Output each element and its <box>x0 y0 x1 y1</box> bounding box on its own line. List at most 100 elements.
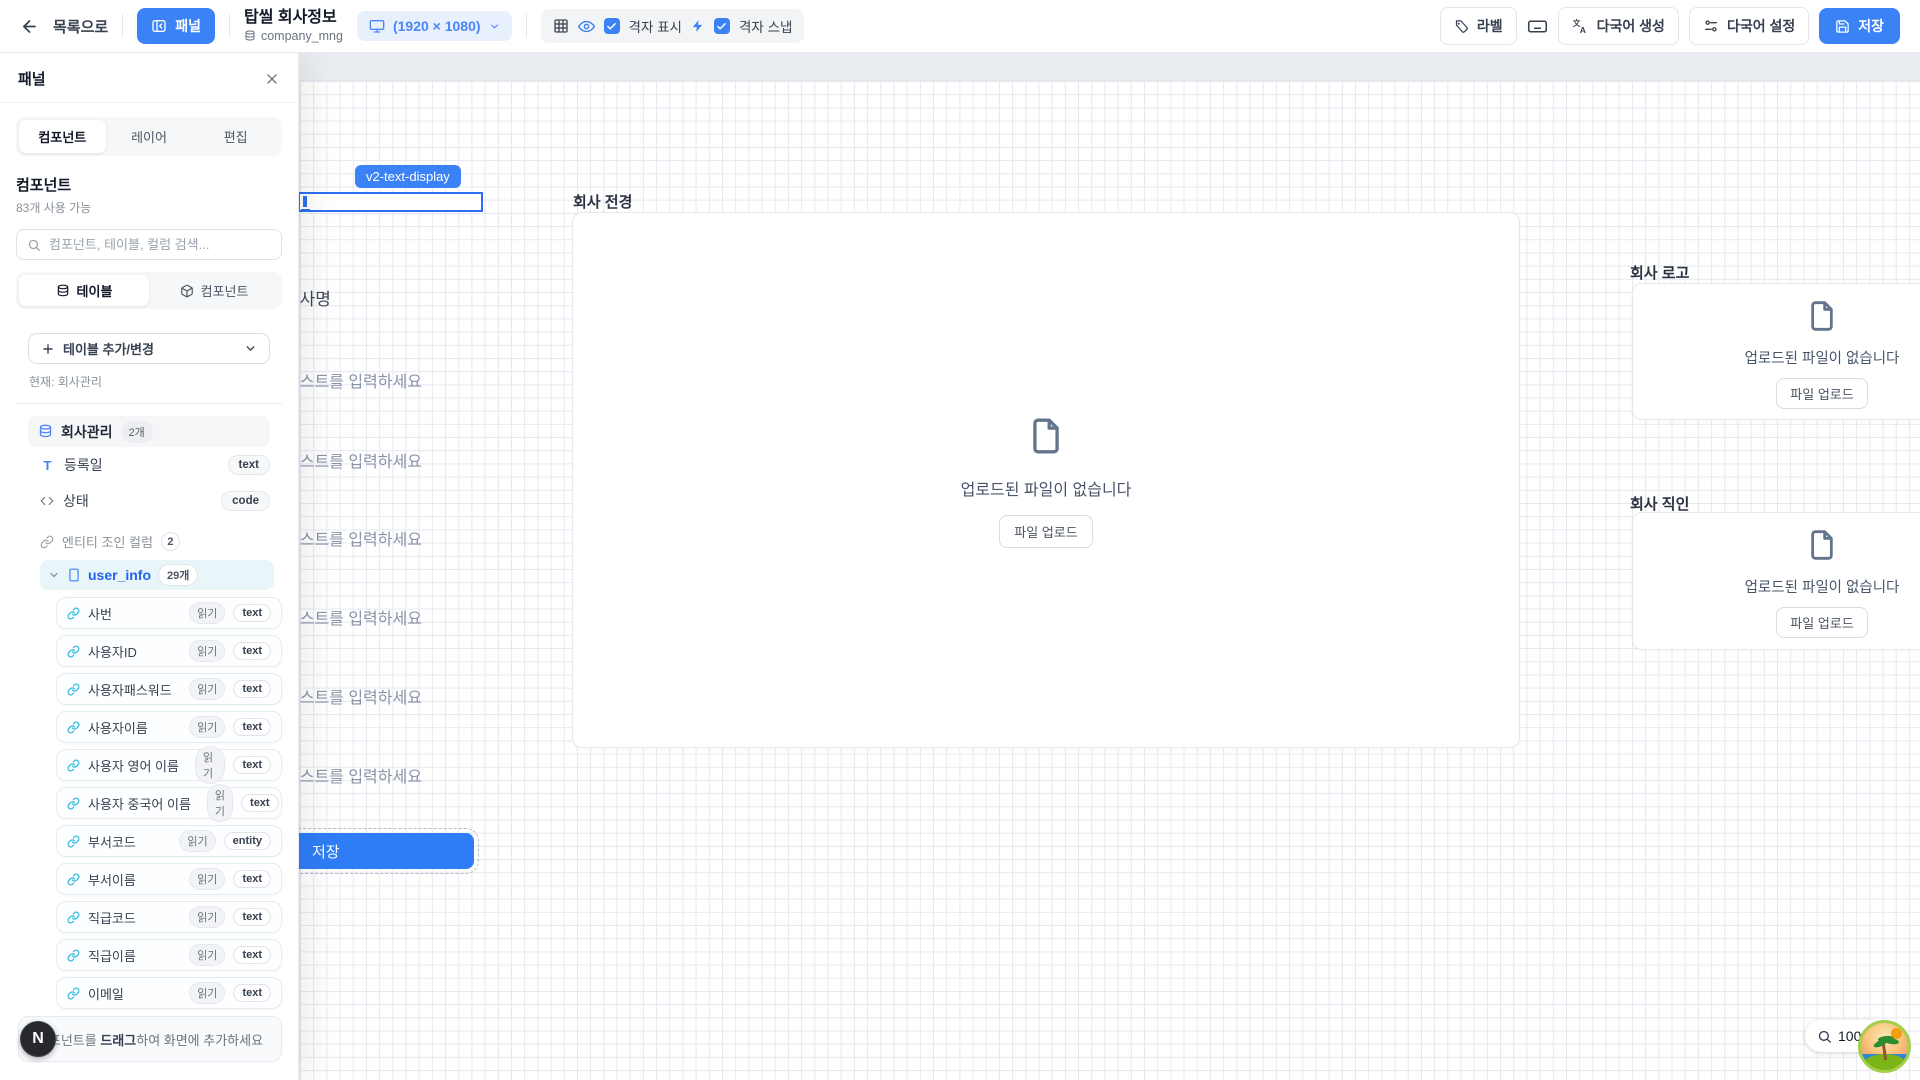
link-icon <box>67 721 80 734</box>
join-column-item[interactable]: 사번 읽기 text <box>56 597 282 629</box>
join-column-item[interactable]: 이메일 읽기 text <box>56 977 282 1009</box>
search-icon <box>27 238 41 252</box>
file-icon <box>1806 524 1838 566</box>
database-icon <box>38 424 53 439</box>
read-mode-badge: 읽기 <box>189 906 225 928</box>
link-icon <box>67 987 80 1000</box>
page-title-block: 탑씰 회사정보 company_mng <box>244 9 343 44</box>
panel-close-button[interactable] <box>264 71 280 87</box>
column-item[interactable]: 상태 code <box>40 483 270 519</box>
save-icon <box>1835 19 1850 34</box>
search-input[interactable] <box>49 237 271 252</box>
company-seal-upload-area[interactable]: 업로드된 파일이 없습니다 파일 업로드 <box>1632 512 1920 650</box>
tab-edit[interactable]: 편집 <box>192 120 279 153</box>
code-type-icon <box>40 494 54 508</box>
component-search <box>16 229 282 260</box>
type-badge: text <box>233 984 271 1002</box>
grid-snap-checkbox[interactable] <box>714 18 730 34</box>
panel-left-icon <box>151 18 167 34</box>
link-icon <box>67 683 80 696</box>
link-icon <box>40 535 54 549</box>
join-column-item[interactable]: 사용자 영어 이름 읽기 text <box>56 749 282 781</box>
text-input-placeholder[interactable]: 텍스트를 입력하세요 <box>285 368 422 392</box>
page-title: 탑씰 회사정보 <box>244 9 343 27</box>
join-column-item[interactable]: 사용자이름 읽기 text <box>56 711 282 743</box>
save-button[interactable]: 저장 <box>1819 8 1900 44</box>
join-column-item[interactable]: 사용자ID 읽기 text <box>56 635 282 667</box>
back-button[interactable] <box>20 17 39 36</box>
join-column-name: 사번 <box>88 604 112 623</box>
selected-text-display-component[interactable] <box>298 192 483 212</box>
join-column-item[interactable]: 직급코드 읽기 text <box>56 901 282 933</box>
cube-icon <box>180 284 194 298</box>
type-badge: text <box>233 718 271 736</box>
join-column-item[interactable]: 부서코드 읽기 entity <box>56 825 282 857</box>
grid-show-checkbox[interactable] <box>604 18 620 34</box>
join-column-name: 사용자이름 <box>88 718 148 737</box>
text-input-placeholder[interactable]: 텍스트를 입력하세요 <box>285 763 422 787</box>
file-upload-button[interactable]: 파일 업로드 <box>999 515 1092 548</box>
link-icon <box>67 873 80 886</box>
label-button[interactable]: 라벨 <box>1440 7 1517 45</box>
join-column-item[interactable]: 사용자 중국어 이름 읽기 text <box>56 787 282 819</box>
island-icon[interactable] <box>1858 1020 1911 1073</box>
join-column-item[interactable]: 직급이름 읽기 text <box>56 939 282 971</box>
i18n-settings-button[interactable]: 다국어 설정 <box>1689 7 1809 45</box>
tab-components[interactable]: 컴포넌트 <box>19 120 106 153</box>
text-input-placeholder[interactable]: 텍스트를 입력하세요 <box>285 526 422 550</box>
type-badge: text <box>228 455 270 475</box>
join-column-item[interactable]: 사용자패스워드 읽기 text <box>56 673 282 705</box>
link-icon <box>67 645 80 658</box>
assistant-fab[interactable]: N <box>20 1021 56 1057</box>
tag-icon <box>1454 19 1469 34</box>
eye-icon[interactable] <box>578 18 595 35</box>
tab-layers[interactable]: 레이어 <box>106 120 193 153</box>
company-preview-upload-area[interactable]: 업로드된 파일이 없습니다 파일 업로드 <box>572 212 1520 748</box>
join-column-name: 사용자 영어 이름 <box>88 756 179 775</box>
link-icon <box>67 797 80 810</box>
close-icon <box>264 71 280 87</box>
resize-handle[interactable] <box>301 209 310 212</box>
table-row-company[interactable]: 회사관리 2개 <box>28 416 270 447</box>
join-column-name: 이메일 <box>88 984 124 1003</box>
panel-tabs: 컴포넌트 레이어 편집 <box>16 117 282 156</box>
text-caret <box>303 196 307 207</box>
read-mode-badge: 읽기 <box>195 746 225 784</box>
text-type-icon: T <box>40 458 55 473</box>
text-input-placeholder[interactable]: 텍스트를 입력하세요 <box>285 605 422 629</box>
text-input-placeholder[interactable]: 텍스트를 입력하세요 <box>285 448 422 472</box>
divider <box>16 403 282 404</box>
column-item[interactable]: T 등록일 text <box>40 447 270 483</box>
read-mode-badge: 읽기 <box>179 830 215 852</box>
selected-component-badge: v2-text-display <box>355 165 461 188</box>
file-upload-button[interactable]: 파일 업로드 <box>1776 378 1867 409</box>
join-column-item[interactable]: 부서이름 읽기 text <box>56 863 282 895</box>
lightning-icon <box>691 19 705 33</box>
panel-toggle-button[interactable]: 패널 <box>137 8 215 44</box>
i18n-generate-button[interactable]: 文A 다국어 생성 <box>1558 7 1679 45</box>
divider <box>526 14 527 38</box>
grid-toolbar: 격자 표시 격자 스냅 <box>541 9 805 43</box>
check-icon <box>716 21 727 32</box>
join-column-list: 사번 읽기 text 사용자ID 읽기 text <box>56 597 282 1009</box>
arrow-left-icon <box>20 17 39 36</box>
type-badge: text <box>233 680 271 698</box>
type-badge: text <box>241 794 279 812</box>
source-tab-table[interactable]: 테이블 <box>19 275 149 306</box>
keyboard-shortcuts-button[interactable] <box>1527 16 1548 37</box>
text-input-placeholder[interactable]: 텍스트를 입력하세요 <box>285 684 422 708</box>
join-table-row-user-info[interactable]: user_info 29개 <box>40 560 274 590</box>
add-change-table-button[interactable]: 테이블 추가/변경 <box>28 333 270 364</box>
viewport-size-dropdown[interactable]: (1920 × 1080) <box>357 11 512 41</box>
type-badge: entity <box>224 832 271 850</box>
file-upload-button[interactable]: 파일 업로드 <box>1776 607 1867 638</box>
source-tabs: 테이블 컴포넌트 <box>16 272 282 309</box>
company-logo-upload-area[interactable]: 업로드된 파일이 없습니다 파일 업로드 <box>1632 283 1920 420</box>
back-to-list-button[interactable]: 목록으로 <box>53 16 108 37</box>
join-column-name: 직급코드 <box>88 908 136 927</box>
source-tab-component[interactable]: 컴포넌트 <box>149 275 279 306</box>
company-logo-label: 회사 로고 <box>1630 262 1689 283</box>
join-column-name: 사용자패스워드 <box>88 680 172 699</box>
type-badge: code <box>221 491 270 511</box>
grid-snap-label: 격자 스냅 <box>739 16 792 36</box>
